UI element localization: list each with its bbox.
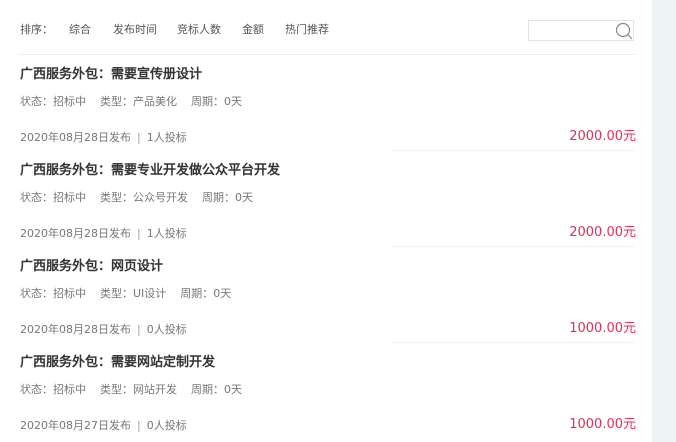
type-label: 类型： [100, 287, 133, 300]
task-price: 2000.00元 [569, 225, 636, 240]
type-label: 类型： [100, 191, 133, 204]
item-divider [390, 150, 636, 151]
separator: | [137, 323, 141, 336]
type-label: 类型： [100, 95, 133, 108]
period-label: 周期： [191, 95, 224, 108]
task-meta: 状态：招标中 类型：网站开发 周期：0天 [20, 382, 242, 398]
status-label: 状态： [20, 383, 53, 396]
sort-option-publish-time[interactable]: 发布时间 [113, 22, 157, 38]
task-title[interactable]: 广西服务外包：需要专业开发做公众平台开发 [20, 162, 280, 180]
period-value: 0天 [224, 95, 242, 108]
publish-date: 2020年08月28日发布 [20, 131, 131, 144]
status-label: 状态： [20, 287, 53, 300]
bid-count: 0人投标 [146, 323, 187, 336]
status-value: 招标中 [53, 191, 86, 204]
search-input[interactable] [531, 22, 619, 39]
status-value: 招标中 [53, 383, 86, 396]
task-footer: 2020年08月28日发布 | 1人投标 [20, 226, 187, 242]
period-label: 周期： [202, 191, 235, 204]
sort-option-comprehensive[interactable]: 综合 [69, 22, 91, 38]
sort-option-bidder-count[interactable]: 竞标人数 [177, 22, 221, 38]
period-label: 周期： [180, 287, 214, 300]
sort-bar: 排序： 综合 发布时间 竞标人数 金额 热门推荐 [0, 0, 652, 56]
item-divider [390, 246, 636, 247]
task-price: 1000.00元 [569, 417, 636, 432]
task-title[interactable]: 广西服务外包：需要宣传册设计 [20, 66, 202, 84]
sort-option-popular[interactable]: 热门推荐 [285, 22, 329, 38]
task-meta: 状态：招标中 类型：UI设计 周期：0天 [20, 286, 231, 302]
task-footer: 2020年08月28日发布 | 0人投标 [20, 322, 187, 338]
publish-date: 2020年08月28日发布 [20, 323, 131, 336]
sort-divider [18, 54, 636, 55]
period-label: 周期： [191, 383, 224, 396]
period-value: 0天 [235, 191, 253, 204]
type-value: 公众号开发 [133, 191, 188, 204]
task-meta: 状态：招标中 类型：公众号开发 周期：0天 [20, 190, 253, 206]
status-value: 招标中 [53, 287, 86, 300]
search-box [528, 20, 634, 41]
task-item[interactable]: 广西服务外包：需要网站定制开发 状态：招标中 类型：网站开发 周期：0天 2020年… [0, 354, 652, 442]
separator: | [137, 131, 141, 144]
task-item[interactable]: 广西服务外包：网页设计 状态：招标中 类型：UI设计 周期：0天 2020年08月2… [0, 258, 652, 354]
item-divider [390, 342, 636, 343]
period-value: 0天 [224, 383, 242, 396]
task-item[interactable]: 广西服务外包：需要宣传册设计 状态：招标中 类型：产品美化 周期：0天 2020年0… [0, 66, 652, 162]
task-item[interactable]: 广西服务外包：需要专业开发做公众平台开发 状态：招标中 类型：公众号开发 周期：0天… [0, 162, 652, 258]
task-meta: 状态：招标中 类型：产品美化 周期：0天 [20, 94, 242, 110]
task-list-panel: 排序： 综合 发布时间 竞标人数 金额 热门推荐 广西服务外包：需要宣传册设计 … [0, 0, 652, 442]
sort-label: 排序： [20, 23, 53, 36]
publish-date: 2020年08月28日发布 [20, 227, 131, 240]
separator: | [137, 419, 141, 432]
status-label: 状态： [20, 191, 53, 204]
type-value: UI设计 [133, 287, 167, 300]
type-value: 产品美化 [133, 95, 177, 108]
type-value: 网站开发 [133, 383, 177, 396]
task-footer: 2020年08月28日发布 | 1人投标 [20, 130, 187, 146]
search-icon[interactable] [614, 22, 634, 40]
status-value: 招标中 [53, 95, 86, 108]
task-footer: 2020年08月27日发布 | 0人投标 [20, 418, 187, 434]
bid-count: 1人投标 [146, 131, 187, 144]
bid-count: 0人投标 [146, 419, 187, 432]
task-title[interactable]: 广西服务外包：需要网站定制开发 [20, 354, 215, 372]
task-title[interactable]: 广西服务外包：网页设计 [20, 258, 163, 276]
publish-date: 2020年08月27日发布 [20, 419, 131, 432]
task-price: 1000.00元 [569, 321, 636, 336]
sort-option-amount[interactable]: 金额 [242, 22, 264, 38]
type-label: 类型： [100, 383, 133, 396]
status-label: 状态： [20, 95, 53, 108]
period-value: 0天 [213, 287, 232, 300]
bid-count: 1人投标 [146, 227, 187, 240]
separator: | [137, 227, 141, 240]
task-price: 2000.00元 [569, 129, 636, 144]
